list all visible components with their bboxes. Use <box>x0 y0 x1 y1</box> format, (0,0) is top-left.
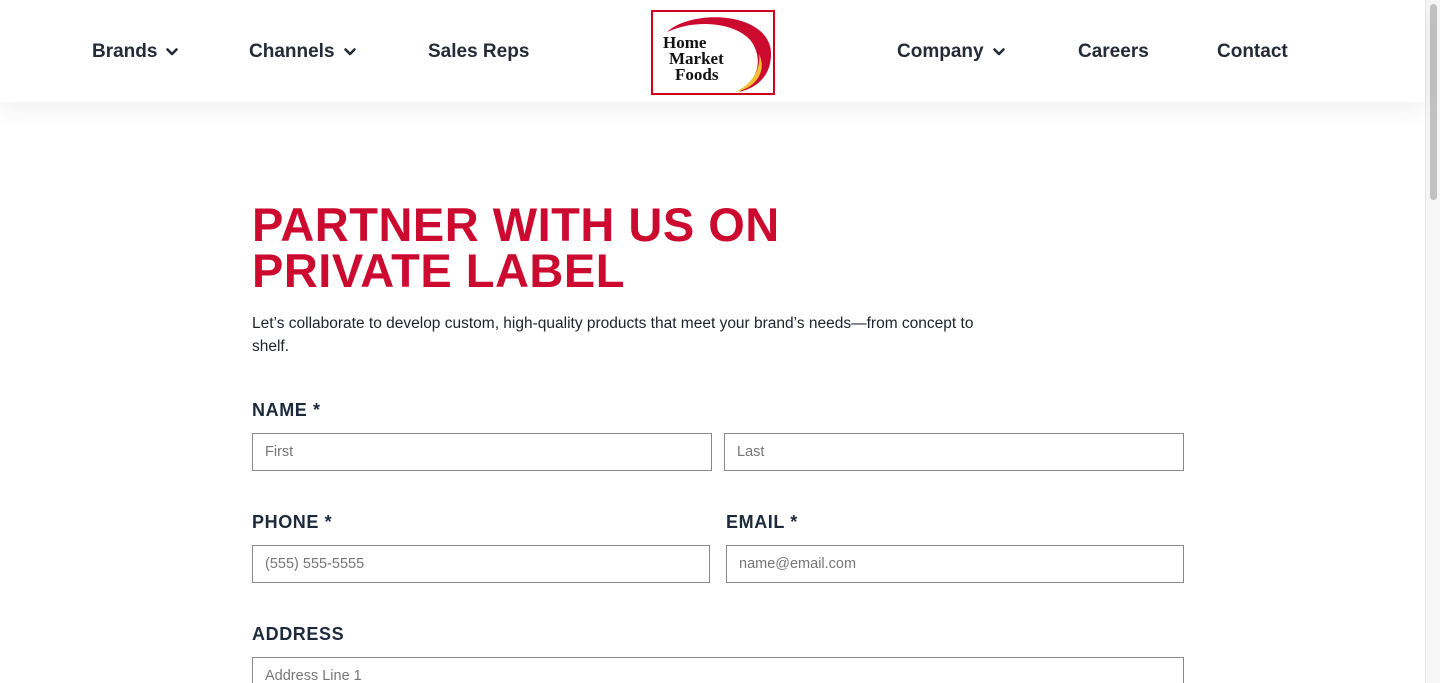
email-label: EMAIL * <box>726 512 798 532</box>
phone-input[interactable] <box>252 545 710 583</box>
page-scrollbar[interactable] <box>1425 0 1440 683</box>
nav-channels[interactable]: Channels <box>249 38 357 66</box>
name-label: NAME * <box>252 400 321 420</box>
nav-company-label: Company <box>897 41 984 62</box>
nav-sales-reps-label: Sales Reps <box>428 41 530 62</box>
site-header: Brands Channels Sales Reps Home Market F… <box>0 0 1425 102</box>
svg-text:Foods: Foods <box>675 65 719 84</box>
page-title-line-2: PRIVATE LABEL <box>252 244 625 297</box>
address-line-1-input[interactable] <box>252 657 1184 683</box>
intro-text: Let’s collaborate to develop custom, hig… <box>252 315 974 355</box>
address-label: ADDRESS <box>252 624 345 644</box>
first-name-input[interactable] <box>252 433 712 471</box>
nav-sales-reps[interactable]: Sales Reps <box>428 38 529 66</box>
nav-careers[interactable]: Careers <box>1078 38 1149 66</box>
nav-careers-label: Careers <box>1078 41 1149 62</box>
chevron-down-icon <box>343 45 357 59</box>
nav-channels-label: Channels <box>249 41 335 62</box>
logo-mark: Home Market Foods <box>663 17 771 92</box>
page-title: PARTNER WITH US ON PRIVATE LABEL <box>252 198 952 297</box>
nav-company[interactable]: Company <box>897 38 1006 66</box>
page-title-line-1: PARTNER WITH US ON <box>252 198 780 251</box>
nav-brands-label: Brands <box>92 41 158 62</box>
chevron-down-icon <box>992 45 1006 59</box>
home-market-foods-logo[interactable]: Home Market Foods <box>651 10 775 95</box>
last-name-input[interactable] <box>724 433 1184 471</box>
scrollbar-thumb[interactable] <box>1430 4 1437 200</box>
nav-contact[interactable]: Contact <box>1217 38 1288 66</box>
chevron-down-icon <box>165 45 179 59</box>
nav-brands[interactable]: Brands <box>92 38 179 66</box>
nav-contact-label: Contact <box>1217 41 1288 62</box>
phone-label: PHONE * <box>252 512 333 532</box>
email-input[interactable] <box>726 545 1184 583</box>
